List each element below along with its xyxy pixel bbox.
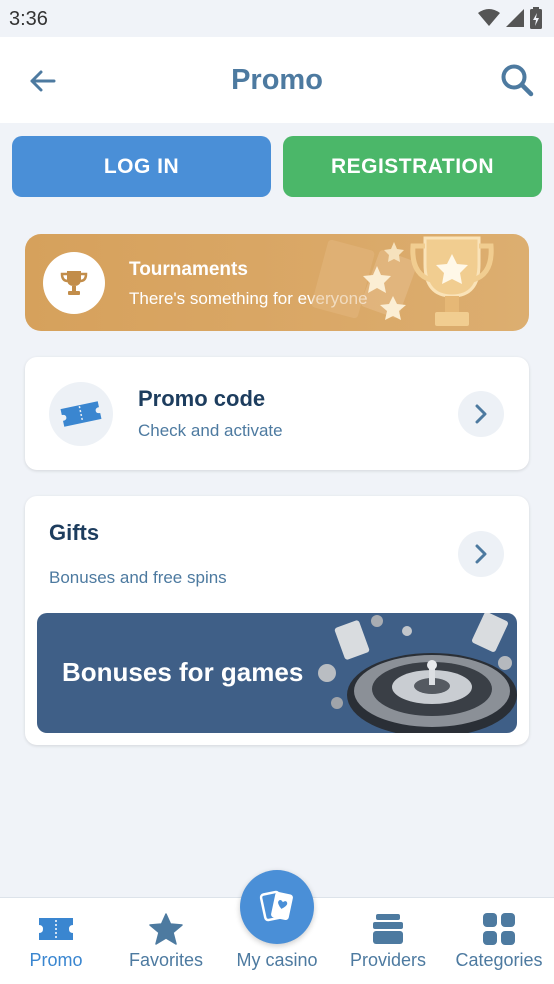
gifts-title: Gifts — [49, 520, 100, 545]
trophy-icon — [60, 271, 88, 295]
star-icon — [149, 913, 183, 945]
promo-code-title: Promo code — [138, 386, 266, 411]
registration-button[interactable]: REGISTRATION — [283, 136, 542, 197]
page-title: Promo — [231, 64, 323, 96]
nav-item-promo[interactable]: Promo — [10, 898, 102, 984]
nav-item-providers[interactable]: Providers — [342, 898, 434, 984]
bonuses-for-games-banner[interactable]: Bonuses for games — [37, 613, 517, 733]
nav-label-categories: Categories — [455, 950, 543, 970]
trophy-icon-circle — [43, 252, 105, 314]
nav-label-favorites: Favorites — [128, 950, 204, 970]
wifi-icon — [478, 9, 500, 26]
ticket-icon-circle — [49, 382, 113, 446]
battery-icon — [530, 7, 542, 29]
status-time: 3:36 — [9, 8, 48, 30]
login-button[interactable]: LOG IN — [12, 136, 271, 197]
signal-icon — [506, 9, 524, 27]
chevron-right-icon — [475, 544, 487, 564]
nav-label-promo: Promo — [29, 950, 83, 970]
bonuses-for-games-label: Bonuses for games — [62, 657, 304, 687]
promo-code-chevron-button[interactable] — [458, 391, 504, 437]
ticket-icon — [39, 918, 73, 940]
tournaments-title: Tournaments — [129, 259, 248, 280]
nav-item-categories[interactable]: Categories — [450, 898, 548, 984]
stack-icon — [373, 914, 403, 944]
ticket-icon — [60, 401, 102, 427]
tournaments-banner[interactable]: Tournaments There's something for everyo… — [25, 234, 529, 331]
my-casino-fab[interactable] — [240, 870, 314, 944]
promo-code-card[interactable]: Promo code Check and activate — [25, 357, 529, 470]
gifts-chevron-button[interactable] — [458, 531, 504, 577]
nav-item-favorites[interactable]: Favorites — [120, 898, 212, 984]
promo-code-subtitle: Check and activate — [138, 421, 283, 440]
gifts-subtitle: Bonuses and free spins — [49, 568, 227, 587]
roulette-illustration — [318, 613, 517, 733]
nav-label-my-casino: My casino — [236, 950, 318, 970]
nav-label-providers: Providers — [349, 950, 427, 970]
search-icon — [501, 64, 534, 97]
search-button[interactable] — [496, 59, 538, 101]
trophy-illustration — [311, 236, 494, 326]
status-icons — [478, 7, 542, 29]
grid-icon — [483, 913, 515, 945]
header: Promo — [0, 37, 554, 123]
gifts-card[interactable]: Gifts Bonuses and free spins Bonuses for… — [25, 496, 529, 745]
chevron-right-icon — [475, 404, 487, 424]
status-bar: 3:36 — [0, 0, 554, 37]
cards-icon — [259, 890, 293, 922]
